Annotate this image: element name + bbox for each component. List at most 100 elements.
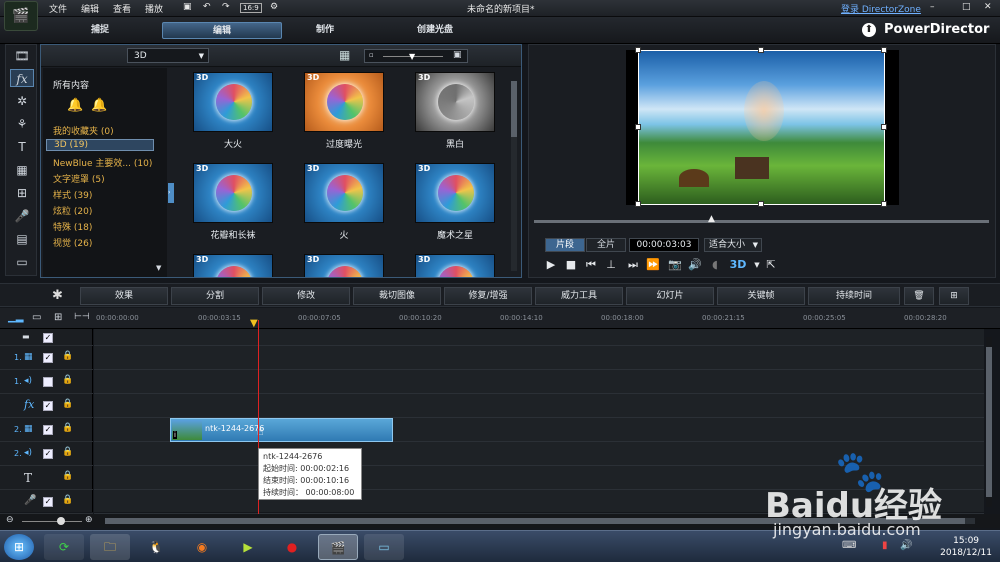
mute-icon[interactable]: 🔊 <box>687 258 703 272</box>
transition-room-icon[interactable]: ▦ <box>10 161 34 179</box>
timecode-display[interactable]: 00:00:03:03 <box>629 238 699 252</box>
category-newblue[interactable]: NewBlue 主要效... (10) <box>53 156 152 169</box>
browser-360-icon[interactable]: ⟳ <box>44 534 84 560</box>
fit-size-select[interactable]: 适合大小 ▼ <box>704 238 762 252</box>
lock-icon[interactable]: 🔒 <box>62 495 73 505</box>
grid-view-icon[interactable]: ▦ <box>339 48 350 62</box>
undo-icon[interactable]: ↶ <box>203 2 211 12</box>
chapter-room-icon[interactable]: ▤ <box>10 230 34 248</box>
track-lane[interactable] <box>94 395 984 418</box>
powerdirector-taskbar-icon[interactable]: 🎬 <box>318 534 358 560</box>
slideshow-button[interactable]: 幻灯片 <box>626 287 714 305</box>
tab-create-disc[interactable]: 创建光盘 <box>375 22 495 39</box>
category-3d[interactable]: 3D (19) <box>46 139 154 151</box>
lock-icon[interactable]: 🔒 <box>62 351 73 361</box>
save-icon[interactable]: ▣ <box>183 2 192 12</box>
tab-edit[interactable]: 编辑 <box>162 22 282 39</box>
track-lane[interactable] <box>94 329 984 346</box>
power-tools-button[interactable]: 威力工具 <box>535 287 623 305</box>
next-frame-icon[interactable]: ⏭ <box>625 258 641 272</box>
track-enable-checkbox[interactable] <box>43 377 53 387</box>
category-dropdown[interactable]: 3D ▼ <box>127 48 209 63</box>
track-lane[interactable] <box>94 371 984 394</box>
stop-icon[interactable]: ■ <box>563 258 579 272</box>
snapshot-icon[interactable]: 📷 <box>667 258 683 272</box>
menu-edit[interactable]: 编辑 <box>81 2 99 15</box>
lock-icon[interactable]: 🔒 <box>62 375 73 385</box>
zoom-in-icon[interactable]: ⊕ <box>85 515 93 525</box>
zoom-slider-handle[interactable] <box>57 517 65 525</box>
file-explorer-icon[interactable]: 🗀 <box>90 534 130 560</box>
effect-thumb[interactable]: 3D <box>304 163 384 223</box>
maximize-icon[interactable]: □ <box>962 2 971 12</box>
timeline-ruler[interactable]: ▁▂ ▭ ⊞ ⊢⊣ 00:00:00:00 00:00:03:15 00:00:… <box>0 308 1000 329</box>
title-room-icon[interactable]: T <box>10 138 34 156</box>
zoom-out-icon[interactable]: ⊖ <box>6 515 14 525</box>
resize-handle[interactable] <box>635 124 641 130</box>
tab-capture[interactable]: 捕捉 <box>40 22 160 39</box>
track-enable-checkbox[interactable]: ✓ <box>43 425 53 435</box>
modify-button[interactable]: 修改 <box>262 287 350 305</box>
3d-mode-icon[interactable]: 3D <box>727 258 749 272</box>
category-special[interactable]: 特殊 (18) <box>53 220 92 233</box>
close-icon[interactable]: ✕ <box>984 2 992 12</box>
collapse-panel-icon[interactable]: › <box>168 183 174 203</box>
voiceover-icon[interactable]: 🎤 <box>10 207 34 225</box>
keyframe-button[interactable]: 关键帧 <box>717 287 805 305</box>
resize-handle[interactable] <box>881 47 887 53</box>
subtitle-room-icon[interactable]: ▭ <box>10 253 34 271</box>
track-enable-checkbox[interactable]: ✓ <box>43 353 53 363</box>
audio-mixing-icon[interactable]: ⊞ <box>10 184 34 202</box>
add-tag-icon[interactable]: 🔔 <box>67 98 83 113</box>
split-button[interactable]: 分割 <box>171 287 259 305</box>
track-enable-checkbox[interactable]: ✓ <box>43 497 53 507</box>
effect-thumb[interactable]: 3D <box>415 72 495 132</box>
lock-icon[interactable]: 🔒 <box>62 447 73 457</box>
crop-image-button[interactable]: 裁切图像 <box>353 287 441 305</box>
resize-handle[interactable] <box>881 124 887 130</box>
scroll-down-icon[interactable]: ▼ <box>156 264 161 272</box>
effect-thumb[interactable]: 3D <box>415 163 495 223</box>
recorder-icon[interactable]: ● <box>272 534 312 560</box>
effect-thumb[interactable]: 3D <box>304 72 384 132</box>
video-clip[interactable]: i ntk-1244-2676 ☝ <box>170 418 393 442</box>
library-scrollbar[interactable] <box>511 81 517 271</box>
resize-handle[interactable] <box>635 201 641 207</box>
category-particles[interactable]: 炫粒 (20) <box>53 204 92 217</box>
photo-viewer-icon[interactable]: ▭ <box>364 534 404 560</box>
snap-icon[interactable]: ▭ <box>32 312 41 323</box>
effect-thumb[interactable]: 3D <box>193 72 273 132</box>
fast-forward-icon[interactable]: ⏩ <box>645 258 661 272</box>
add-track-icon[interactable]: ⊞ <box>54 312 62 323</box>
thumbnail-size-slider[interactable]: ▫ ▼ ▣ <box>364 49 468 63</box>
lock-icon[interactable]: 🔒 <box>62 423 73 433</box>
pip-room-icon[interactable]: ✲ <box>10 92 34 110</box>
track-lane[interactable] <box>94 347 984 370</box>
menu-play[interactable]: 播放 <box>145 2 163 15</box>
effects-button[interactable]: 效果 <box>80 287 168 305</box>
effect-thumb[interactable]: 3D <box>193 163 273 223</box>
more-tools-icon[interactable]: ⊞ <box>939 287 969 305</box>
lock-icon[interactable]: 🔒 <box>62 399 73 409</box>
zoom-slider[interactable] <box>22 521 82 522</box>
redo-icon[interactable]: ↷ <box>222 2 230 12</box>
resolution-icon[interactable]: 16:9 <box>240 3 262 13</box>
fix-enhance-button[interactable]: 修复/增强 <box>444 287 532 305</box>
media-player-icon[interactable]: ▶ <box>228 534 268 560</box>
scrollbar-thumb[interactable] <box>511 81 517 137</box>
particle-room-icon[interactable]: ⚘ <box>10 115 34 133</box>
effects-room-icon[interactable]: fx <box>10 69 34 87</box>
movie-mode-tab[interactable]: 全片 <box>586 238 626 252</box>
lock-icon[interactable]: 🔒 <box>62 471 73 481</box>
track-enable-checkbox[interactable]: ✓ <box>43 449 53 459</box>
magic-tools-icon[interactable]: ✱ <box>52 288 63 303</box>
track-manager-icon[interactable]: ▁▂ <box>8 312 23 323</box>
category-favorites[interactable]: 我的收藏夹 (0) <box>53 124 114 137</box>
resize-handle[interactable] <box>881 201 887 207</box>
effect-thumb[interactable]: 3D <box>415 254 495 277</box>
delete-icon[interactable]: 🗑 <box>904 287 934 305</box>
step-icon[interactable]: ⊥ <box>603 258 619 272</box>
scrubber-handle[interactable]: ▲ <box>708 214 715 224</box>
menu-file[interactable]: 文件 <box>49 2 67 15</box>
effect-thumb[interactable]: 3D <box>193 254 273 277</box>
